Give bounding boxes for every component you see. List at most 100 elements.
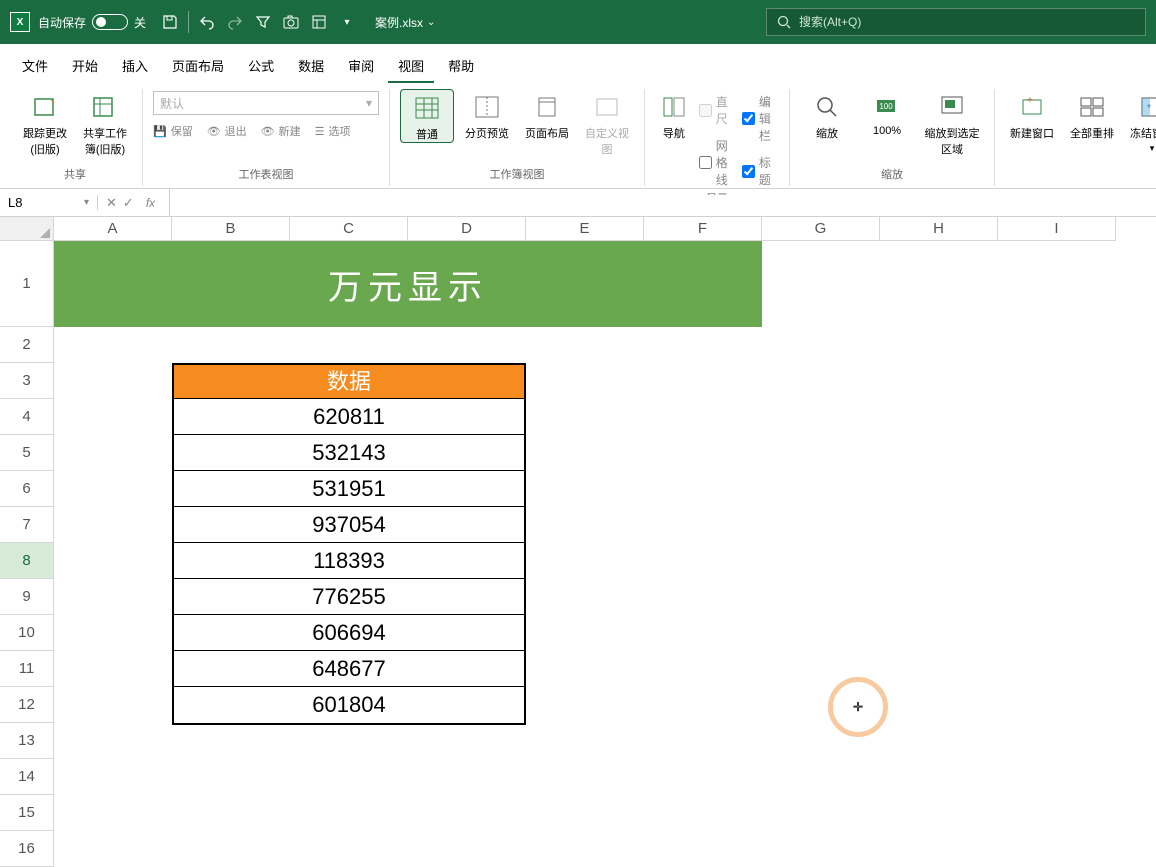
data-table: 数据 6208115321435319519370541183937762556… [172,363,526,725]
row-header[interactable]: 10 [0,615,54,651]
row-header[interactable]: 11 [0,651,54,687]
save-icon[interactable] [156,8,184,36]
zoom-100-button[interactable]: 100 100% [860,89,914,137]
ribbon-group-show: 导航 直尺 网格线 编辑栏 标题 显示 [645,89,790,186]
cancel-icon[interactable]: ✕ [106,195,117,211]
column-header[interactable]: A [54,217,172,241]
gridlines-checkbox[interactable]: 网格线 [699,137,736,188]
ribbon-group-window: + 新建窗口 全部重排 * 冻结窗格 ▾ [995,89,1156,186]
share-workbook-button[interactable]: 共享工作簿(旧版) [78,89,132,157]
new-window-button[interactable]: + 新建窗口 [1005,89,1059,141]
exit-view-button[interactable]: 👁 退出 [207,123,247,139]
data-cell[interactable]: 648677 [174,651,524,687]
filter-icon[interactable] [249,8,277,36]
eye-icon: 👁 [261,125,275,138]
new-view-button[interactable]: 👁 新建 [261,123,301,139]
keep-view-button[interactable]: 💾 保留 [153,123,193,139]
spreadsheet-grid[interactable]: ABCDEFGHI 12345678910111213141516 万元显示 数… [0,217,1156,867]
data-cell[interactable]: 606694 [174,615,524,651]
redo-icon[interactable] [221,8,249,36]
freeze-panes-button[interactable]: * 冻结窗格 ▾ [1125,89,1156,154]
normal-view-button[interactable]: 普通 [400,89,454,143]
row-header[interactable]: 1 [0,241,54,327]
group-label-share: 共享 [64,164,86,186]
page-break-button[interactable]: 分页预览 [460,89,514,141]
data-cell[interactable]: 118393 [174,543,524,579]
headings-checkbox[interactable]: 标题 [742,154,779,188]
svg-text:100: 100 [879,102,893,111]
column-header[interactable]: H [880,217,998,241]
row-header[interactable]: 4 [0,399,54,435]
row-header[interactable]: 12 [0,687,54,723]
tab-formulas[interactable]: 公式 [238,50,284,83]
custom-view-button[interactable]: 自定义视图 [580,89,634,157]
name-box[interactable]: L8 ▾ [0,195,98,210]
data-cell[interactable]: 937054 [174,507,524,543]
tab-home[interactable]: 开始 [62,50,108,83]
tab-insert[interactable]: 插入 [112,50,158,83]
search-box[interactable] [766,8,1146,36]
group-label-workbook-views: 工作簿视图 [490,164,545,186]
cells-area[interactable]: 万元显示 数据 62081153214353195193705411839377… [54,241,1156,867]
column-header[interactable]: B [172,217,290,241]
formula-bar-checkbox[interactable]: 编辑栏 [742,93,779,144]
chevron-down-icon: ▾ [1150,143,1155,154]
tab-file[interactable]: 文件 [12,50,58,83]
tab-review[interactable]: 审阅 [338,50,384,83]
tab-page-layout[interactable]: 页面布局 [162,50,234,83]
enter-icon[interactable]: ✓ [123,195,134,211]
zoom-selection-button[interactable]: 缩放到选定区域 [920,89,984,157]
form-icon[interactable] [305,8,333,36]
data-cell[interactable]: 531951 [174,471,524,507]
undo-icon[interactable] [193,8,221,36]
row-header[interactable]: 13 [0,723,54,759]
data-cell[interactable]: 776255 [174,579,524,615]
fx-icon[interactable]: fx [140,196,161,210]
chevron-down-icon: ▾ [366,96,372,110]
ribbon-tabs: 文件 开始 插入 页面布局 公式 数据 审阅 视图 帮助 [0,44,1156,83]
excel-app-icon: X [10,12,30,32]
column-header[interactable]: F [644,217,762,241]
chevron-down-icon[interactable]: ▾ [333,8,361,36]
formula-input[interactable] [170,195,1156,210]
row-header[interactable]: 16 [0,831,54,867]
row-header[interactable]: 5 [0,435,54,471]
arrange-all-button[interactable]: 全部重排 [1065,89,1119,141]
ribbon-group-share: 跟踪更改(旧版) 共享工作簿(旧版) 共享 [8,89,143,186]
column-header[interactable]: I [998,217,1116,241]
track-changes-button[interactable]: 跟踪更改(旧版) [18,89,72,157]
sheet-view-dropdown[interactable]: 默认 ▾ [153,91,379,115]
tab-help[interactable]: 帮助 [438,50,484,83]
data-cell[interactable]: 601804 [174,687,524,723]
filename[interactable]: 案例.xlsx ⌄ [375,14,435,31]
view-options-button[interactable]: ☰ 选项 [315,123,351,139]
autosave-toggle[interactable]: 自动保存 关 [38,14,146,31]
svg-text:+: + [1027,95,1033,106]
plus-cursor-icon: ✛ [853,700,863,714]
ribbon: 跟踪更改(旧版) 共享工作簿(旧版) 共享 默认 ▾ 💾 保留 👁 [0,83,1156,189]
zoom-button[interactable]: 缩放 [800,89,854,141]
ruler-checkbox[interactable]: 直尺 [699,93,736,127]
row-header[interactable]: 6 [0,471,54,507]
navigation-button[interactable]: 导航 [655,89,693,141]
camera-icon[interactable] [277,8,305,36]
search-input[interactable] [799,15,1135,29]
select-all-corner[interactable] [0,217,54,241]
data-cell[interactable]: 532143 [174,435,524,471]
row-header[interactable]: 9 [0,579,54,615]
row-header[interactable]: 14 [0,759,54,795]
tab-data[interactable]: 数据 [288,50,334,83]
row-header[interactable]: 2 [0,327,54,363]
column-header[interactable]: C [290,217,408,241]
row-header[interactable]: 3 [0,363,54,399]
toggle-switch-icon[interactable] [92,14,128,30]
row-header[interactable]: 8 [0,543,54,579]
row-header[interactable]: 15 [0,795,54,831]
column-header[interactable]: G [762,217,880,241]
data-cell[interactable]: 620811 [174,399,524,435]
tab-view[interactable]: 视图 [388,50,434,83]
page-layout-button[interactable]: 页面布局 [520,89,574,141]
column-header[interactable]: E [526,217,644,241]
column-header[interactable]: D [408,217,526,241]
row-header[interactable]: 7 [0,507,54,543]
